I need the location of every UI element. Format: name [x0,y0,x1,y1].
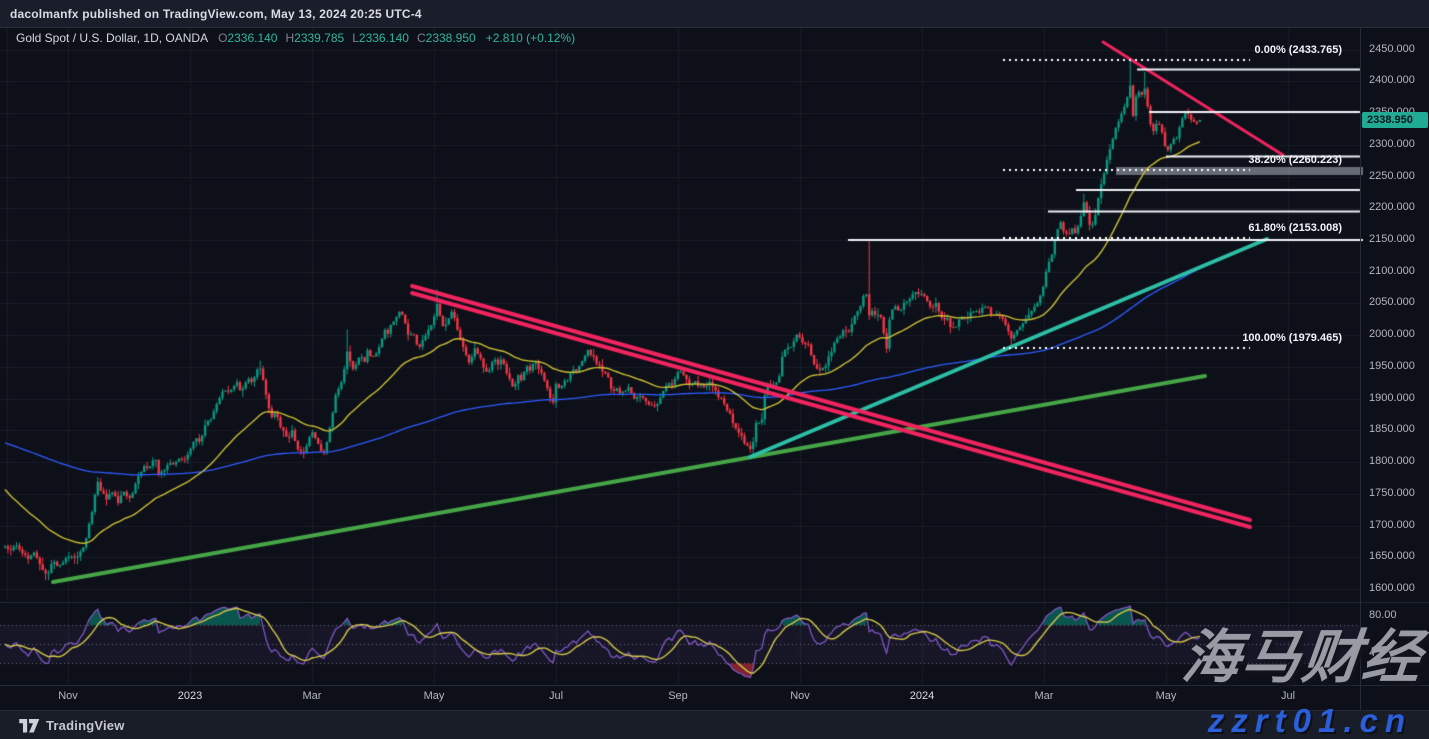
price-tick-label: 1650.000 [1369,550,1415,562]
time-label-month: Mar [303,690,322,702]
price-tick-label: 2300.000 [1369,138,1415,150]
price-tick-label: 2250.000 [1369,170,1415,182]
ohlc-values: O2336.140 H2339.785 L2336.140 C2338.950 [218,31,484,45]
price-tick-label: 1900.000 [1369,392,1415,404]
tradingview-published-chart: dacolmanfx published on TradingView.com,… [0,0,1429,739]
time-label-month: May [1156,690,1177,702]
time-label-month: Jul [549,690,563,702]
price-tick-label: 1800.000 [1369,455,1415,467]
time-label-month: May [424,690,445,702]
ohlc-token: L2336.140 [352,31,409,45]
price-tick-label: 2150.000 [1369,233,1415,245]
fib-level-label: 100.00% (1979.465) [1242,332,1342,344]
price-tick-label: 1700.000 [1369,519,1415,531]
tradingview-logo-text: TradingView [46,718,125,733]
watermark-chinese: 海马财经 [1179,610,1428,694]
price-tick-label: 1750.000 [1369,487,1415,499]
time-label-month: Mar [1035,690,1054,702]
price-tick-label: 1950.000 [1369,360,1415,372]
symbol-title: Gold Spot / U.S. Dollar, 1D, OANDA [16,31,208,45]
change-value: +2.810 (+0.12%) [486,31,575,45]
ohlc-token: H2339.785 [285,31,344,45]
time-label-month: Nov [58,690,78,702]
fib-level-label: 38.20% (2260.223) [1248,154,1342,166]
price-tick-label: 2450.000 [1369,43,1415,55]
price-tick-label: 2050.000 [1369,296,1415,308]
time-axis[interactable]: Nov2023MarMayJulSepNov2024MarMayJul [0,686,1360,710]
time-label-month: Sep [668,690,688,702]
fib-level-label: 0.00% (2433.765) [1255,44,1342,56]
price-tick-label: 2400.000 [1369,74,1415,86]
price-tick-label: 2000.000 [1369,328,1415,340]
price-axis[interactable]: 2450.0002400.0002350.0002300.0002250.000… [1361,27,1429,685]
tradingview-logo[interactable]: TradingView [19,718,125,733]
price-tick-label: 1600.000 [1369,582,1415,594]
tradingview-logo-icon [19,719,40,733]
fib-level-label: 61.80% (2153.008) [1248,222,1342,234]
time-label-month: Nov [790,690,810,702]
last-price-badge: 2338.950 [1362,112,1428,128]
ohlc-token: O2336.140 [218,31,277,45]
publish-info-text: dacolmanfx published on TradingView.com,… [10,7,422,21]
time-label-year: 2023 [178,690,202,702]
publish-info-bar: dacolmanfx published on TradingView.com,… [0,0,1429,28]
price-tick-label: 1850.000 [1369,423,1415,435]
time-label-year: 2024 [910,690,934,702]
ohlc-token: C2338.950 [417,31,476,45]
price-tick-label: 2200.000 [1369,201,1415,213]
watermark-url: zzrt01.cn [1208,702,1412,739]
price-tick-label: 2100.000 [1369,265,1415,277]
symbol-legend: Gold Spot / U.S. Dollar, 1D, OANDA O2336… [16,31,575,45]
pane-separator[interactable] [0,602,1429,603]
